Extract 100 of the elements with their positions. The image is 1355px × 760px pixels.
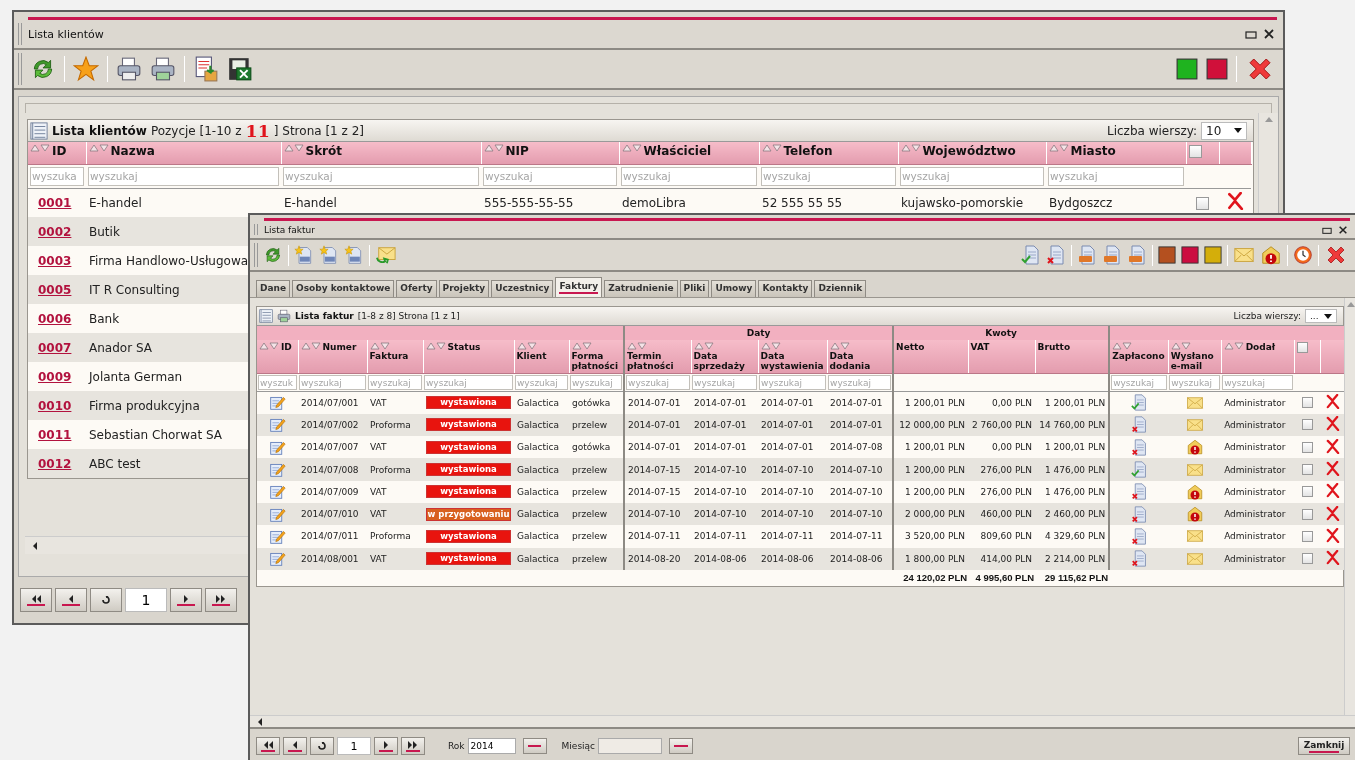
sort-icon[interactable] (1223, 342, 1244, 350)
column-header[interactable]: Wysłano e-mail (1168, 340, 1222, 374)
checkbox[interactable] (1301, 486, 1313, 498)
first-page-button[interactable] (20, 588, 52, 612)
tab[interactable]: Pliki (679, 280, 710, 297)
sort-icon[interactable] (483, 144, 504, 152)
document-cross-icon[interactable] (1130, 416, 1148, 434)
sort-icon[interactable] (760, 342, 781, 350)
checkbox[interactable] (1188, 145, 1202, 158)
sort-icon[interactable] (30, 144, 50, 152)
column-header[interactable]: Numer (298, 340, 367, 374)
previous-page-button[interactable] (283, 737, 307, 755)
document-icon[interactable] (1102, 245, 1122, 265)
search-field[interactable]: wyszukaj (1222, 375, 1294, 390)
square-icon[interactable] (1158, 246, 1176, 264)
tab[interactable]: Osoby kontaktowe (292, 280, 395, 297)
search-field[interactable]: wyszukaj (1169, 375, 1221, 390)
column-header[interactable]: ID (257, 340, 298, 374)
year-field[interactable]: 2014 (467, 738, 516, 754)
checkbox[interactable] (1301, 397, 1313, 409)
search-field[interactable]: wyszukaj (515, 375, 568, 390)
sort-icon[interactable] (571, 342, 592, 350)
envelope-alert-icon[interactable] (1185, 505, 1204, 524)
column-header[interactable]: Data wystawienia (758, 340, 828, 374)
rows-per-page-select[interactable]: 10 (1201, 121, 1247, 140)
search-field[interactable]: wyszukaj (900, 166, 1044, 186)
star-icon[interactable] (73, 56, 99, 82)
edit-document-icon[interactable] (269, 483, 286, 501)
search-field[interactable]: wyszukaj (621, 166, 757, 186)
scroll-up-icon[interactable] (1346, 302, 1355, 307)
sort-icon[interactable] (369, 342, 390, 350)
square-icon[interactable] (1204, 246, 1222, 264)
new-document-icon[interactable] (294, 245, 314, 265)
clock-icon[interactable] (1293, 245, 1313, 265)
sort-icon[interactable] (1170, 342, 1191, 350)
column-header[interactable]: Nazwa (86, 142, 281, 164)
new-document-icon[interactable] (344, 245, 364, 265)
square-icon[interactable] (1176, 58, 1198, 80)
document-check-icon[interactable] (1021, 245, 1041, 265)
close-icon[interactable] (1263, 28, 1275, 40)
search-field[interactable]: wyszukaj (88, 166, 279, 186)
client-id-link[interactable]: 0006 (38, 311, 72, 326)
edit-document-icon[interactable] (269, 416, 286, 434)
document-cross-icon[interactable] (1046, 245, 1066, 265)
clear-button[interactable] (669, 738, 694, 754)
column-header[interactable]: Status (423, 340, 514, 374)
envelope-alert-icon[interactable] (1185, 482, 1204, 501)
month-field[interactable] (598, 738, 663, 754)
sort-icon[interactable] (761, 144, 782, 152)
delete-icon[interactable] (1325, 416, 1341, 432)
sort-icon[interactable] (88, 144, 109, 152)
square-icon[interactable] (1206, 58, 1228, 80)
document-cross-icon[interactable] (1130, 505, 1148, 523)
sort-icon[interactable] (516, 342, 537, 350)
square-icon[interactable] (1181, 246, 1199, 264)
envelope-alert-icon[interactable] (1185, 438, 1204, 457)
checkbox[interactable] (1301, 553, 1313, 565)
search-field[interactable]: wyszukaj (1111, 375, 1168, 390)
column-header[interactable]: Telefon (759, 142, 898, 164)
column-header[interactable]: Miasto (1046, 142, 1186, 164)
sort-icon[interactable] (425, 342, 446, 350)
last-page-button[interactable] (205, 588, 237, 612)
client-id-link[interactable]: 0009 (38, 369, 72, 384)
tab[interactable]: Oferty (396, 280, 437, 297)
refresh-icon[interactable] (100, 596, 112, 604)
document-export-icon[interactable] (193, 56, 219, 82)
client-id-link[interactable]: 0007 (38, 340, 72, 355)
checkbox[interactable] (1301, 508, 1313, 520)
tab[interactable]: Projekty (438, 280, 490, 297)
minimize-icon[interactable] (1245, 28, 1257, 40)
edit-document-icon[interactable] (269, 550, 286, 568)
tab[interactable]: Uczestnicy (491, 280, 554, 297)
double-arrow-right-icon[interactable] (407, 740, 419, 749)
printer-icon[interactable] (116, 56, 142, 82)
close-button[interactable]: Zamknij (1298, 737, 1350, 755)
search-field[interactable]: wyszuk (258, 375, 297, 390)
clear-button[interactable] (522, 738, 547, 754)
column-header[interactable]: Klient (514, 340, 569, 374)
search-field[interactable]: wyszukaj (283, 166, 479, 186)
column-header[interactable]: Faktura (367, 340, 423, 374)
client-id-link[interactable]: 0003 (38, 253, 72, 268)
column-header[interactable]: Województwo (898, 142, 1046, 164)
column-header[interactable]: Data dodania (827, 340, 894, 374)
delete-icon[interactable] (1226, 192, 1244, 211)
document-icon[interactable] (1077, 245, 1097, 265)
search-field[interactable]: wyszukaj (368, 375, 422, 390)
checkbox[interactable] (1301, 419, 1313, 431)
double-arrow-right-icon[interactable] (215, 594, 227, 603)
delete-icon[interactable] (1325, 550, 1341, 566)
search-field[interactable]: wyszukaj (424, 375, 513, 390)
search-field[interactable]: wyszukaj (299, 375, 366, 390)
next-page-button[interactable] (374, 737, 398, 755)
rows-per-page-select[interactable]: ... (1305, 309, 1337, 323)
document-cross-icon[interactable] (1130, 527, 1148, 545)
delete-icon[interactable] (1325, 527, 1341, 543)
printer-icon[interactable] (150, 56, 176, 82)
search-field[interactable]: wyszukaj (759, 375, 827, 390)
scroll-up-icon[interactable] (1264, 117, 1273, 122)
client-id-link[interactable]: 0011 (38, 427, 72, 442)
tab[interactable]: Dziennik (814, 280, 867, 297)
